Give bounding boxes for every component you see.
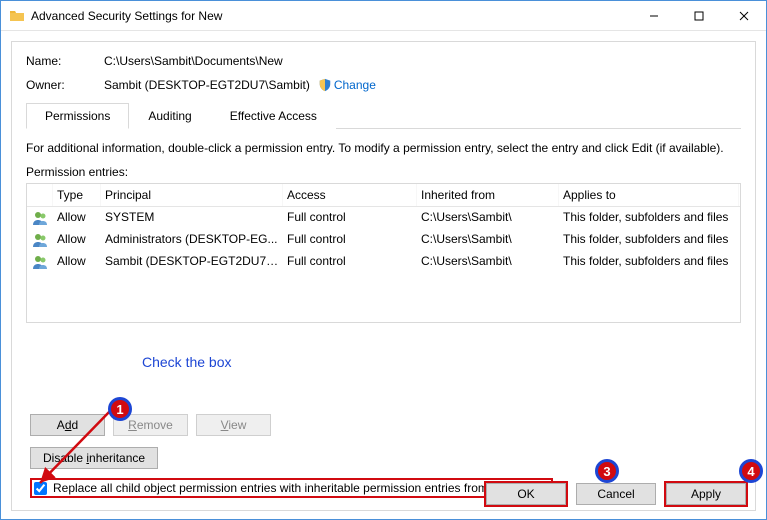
shield-icon: [318, 78, 332, 92]
folder-icon: [9, 8, 25, 24]
user-group-icon: [27, 251, 53, 273]
cell-applies: This folder, subfolders and files: [559, 207, 739, 229]
name-value: C:\Users\Sambit\Documents\New: [104, 54, 283, 68]
col-type: Type: [53, 184, 101, 206]
titlebar: Advanced Security Settings for New: [1, 1, 766, 31]
disable-inheritance-button[interactable]: Disable inheritance: [30, 447, 158, 469]
tab-permissions[interactable]: Permissions: [26, 103, 129, 129]
owner-row: Owner: Sambit (DESKTOP-EGT2DU7\Sambit) C…: [26, 78, 741, 92]
owner-label: Owner:: [26, 78, 104, 92]
permission-entries-table[interactable]: Type Principal Access Inherited from App…: [26, 183, 741, 323]
cell-inherited: C:\Users\Sambit\: [417, 229, 559, 251]
annotation-badge-4: 4: [739, 459, 763, 483]
apply-button[interactable]: Apply: [666, 483, 746, 505]
col-access: Access: [283, 184, 417, 206]
add-button[interactable]: Add: [30, 414, 105, 436]
instruction-text: For additional information, double-click…: [26, 141, 741, 155]
name-row: Name: C:\Users\Sambit\Documents\New: [26, 54, 741, 68]
table-row[interactable]: AllowSambit (DESKTOP-EGT2DU7\S...Full co…: [27, 251, 740, 273]
cell-inherited: C:\Users\Sambit\: [417, 251, 559, 273]
table-row[interactable]: AllowAdministrators (DESKTOP-EG...Full c…: [27, 229, 740, 251]
change-owner-link[interactable]: Change: [334, 78, 376, 92]
cancel-button[interactable]: Cancel: [576, 483, 656, 505]
cell-type: Allow: [53, 207, 101, 229]
replace-child-label[interactable]: Replace all child object permission entr…: [53, 481, 545, 495]
tab-effective-access[interactable]: Effective Access: [211, 103, 336, 129]
replace-child-checkbox[interactable]: [34, 482, 47, 495]
user-group-icon: [27, 229, 53, 251]
replace-child-checkbox-wrap: Replace all child object permission entr…: [30, 478, 553, 498]
view-button: View: [196, 414, 271, 436]
disable-inheritance-wrap: Disable inheritance: [30, 447, 158, 469]
col-icon: [27, 184, 53, 206]
window-controls: [631, 1, 766, 30]
minimize-button[interactable]: [631, 1, 676, 30]
cell-access: Full control: [283, 229, 417, 251]
entry-buttons-row: Add Remove View: [30, 414, 271, 436]
cell-principal: Administrators (DESKTOP-EG...: [101, 229, 283, 251]
cell-type: Allow: [53, 229, 101, 251]
cell-type: Allow: [53, 251, 101, 273]
window-title: Advanced Security Settings for New: [31, 9, 631, 23]
cell-access: Full control: [283, 207, 417, 229]
cell-principal: SYSTEM: [101, 207, 283, 229]
main-panel: Name: C:\Users\Sambit\Documents\New Owne…: [11, 41, 756, 511]
col-inherited: Inherited from: [417, 184, 559, 206]
annotation-badge-3: 3: [595, 459, 619, 483]
table-header: Type Principal Access Inherited from App…: [27, 184, 740, 207]
col-principal: Principal: [101, 184, 283, 206]
cell-inherited: C:\Users\Sambit\: [417, 207, 559, 229]
tab-auditing[interactable]: Auditing: [129, 103, 210, 129]
dialog-buttons-row: OK Cancel Apply: [486, 483, 746, 505]
close-button[interactable]: [721, 1, 766, 30]
cell-principal: Sambit (DESKTOP-EGT2DU7\S...: [101, 251, 283, 273]
annotation-badge-1: 1: [108, 397, 132, 421]
annotation-check-text: Check the box: [142, 354, 232, 370]
ok-button[interactable]: OK: [486, 483, 566, 505]
cell-applies: This folder, subfolders and files: [559, 251, 739, 273]
owner-value: Sambit (DESKTOP-EGT2DU7\Sambit): [104, 78, 310, 92]
col-applies: Applies to: [559, 184, 739, 206]
tabs: Permissions Auditing Effective Access: [26, 102, 741, 129]
user-group-icon: [27, 207, 53, 229]
table-row[interactable]: AllowSYSTEMFull controlC:\Users\Sambit\T…: [27, 207, 740, 229]
cell-access: Full control: [283, 251, 417, 273]
cell-applies: This folder, subfolders and files: [559, 229, 739, 251]
name-label: Name:: [26, 54, 104, 68]
entries-label: Permission entries:: [26, 165, 741, 179]
maximize-button[interactable]: [676, 1, 721, 30]
